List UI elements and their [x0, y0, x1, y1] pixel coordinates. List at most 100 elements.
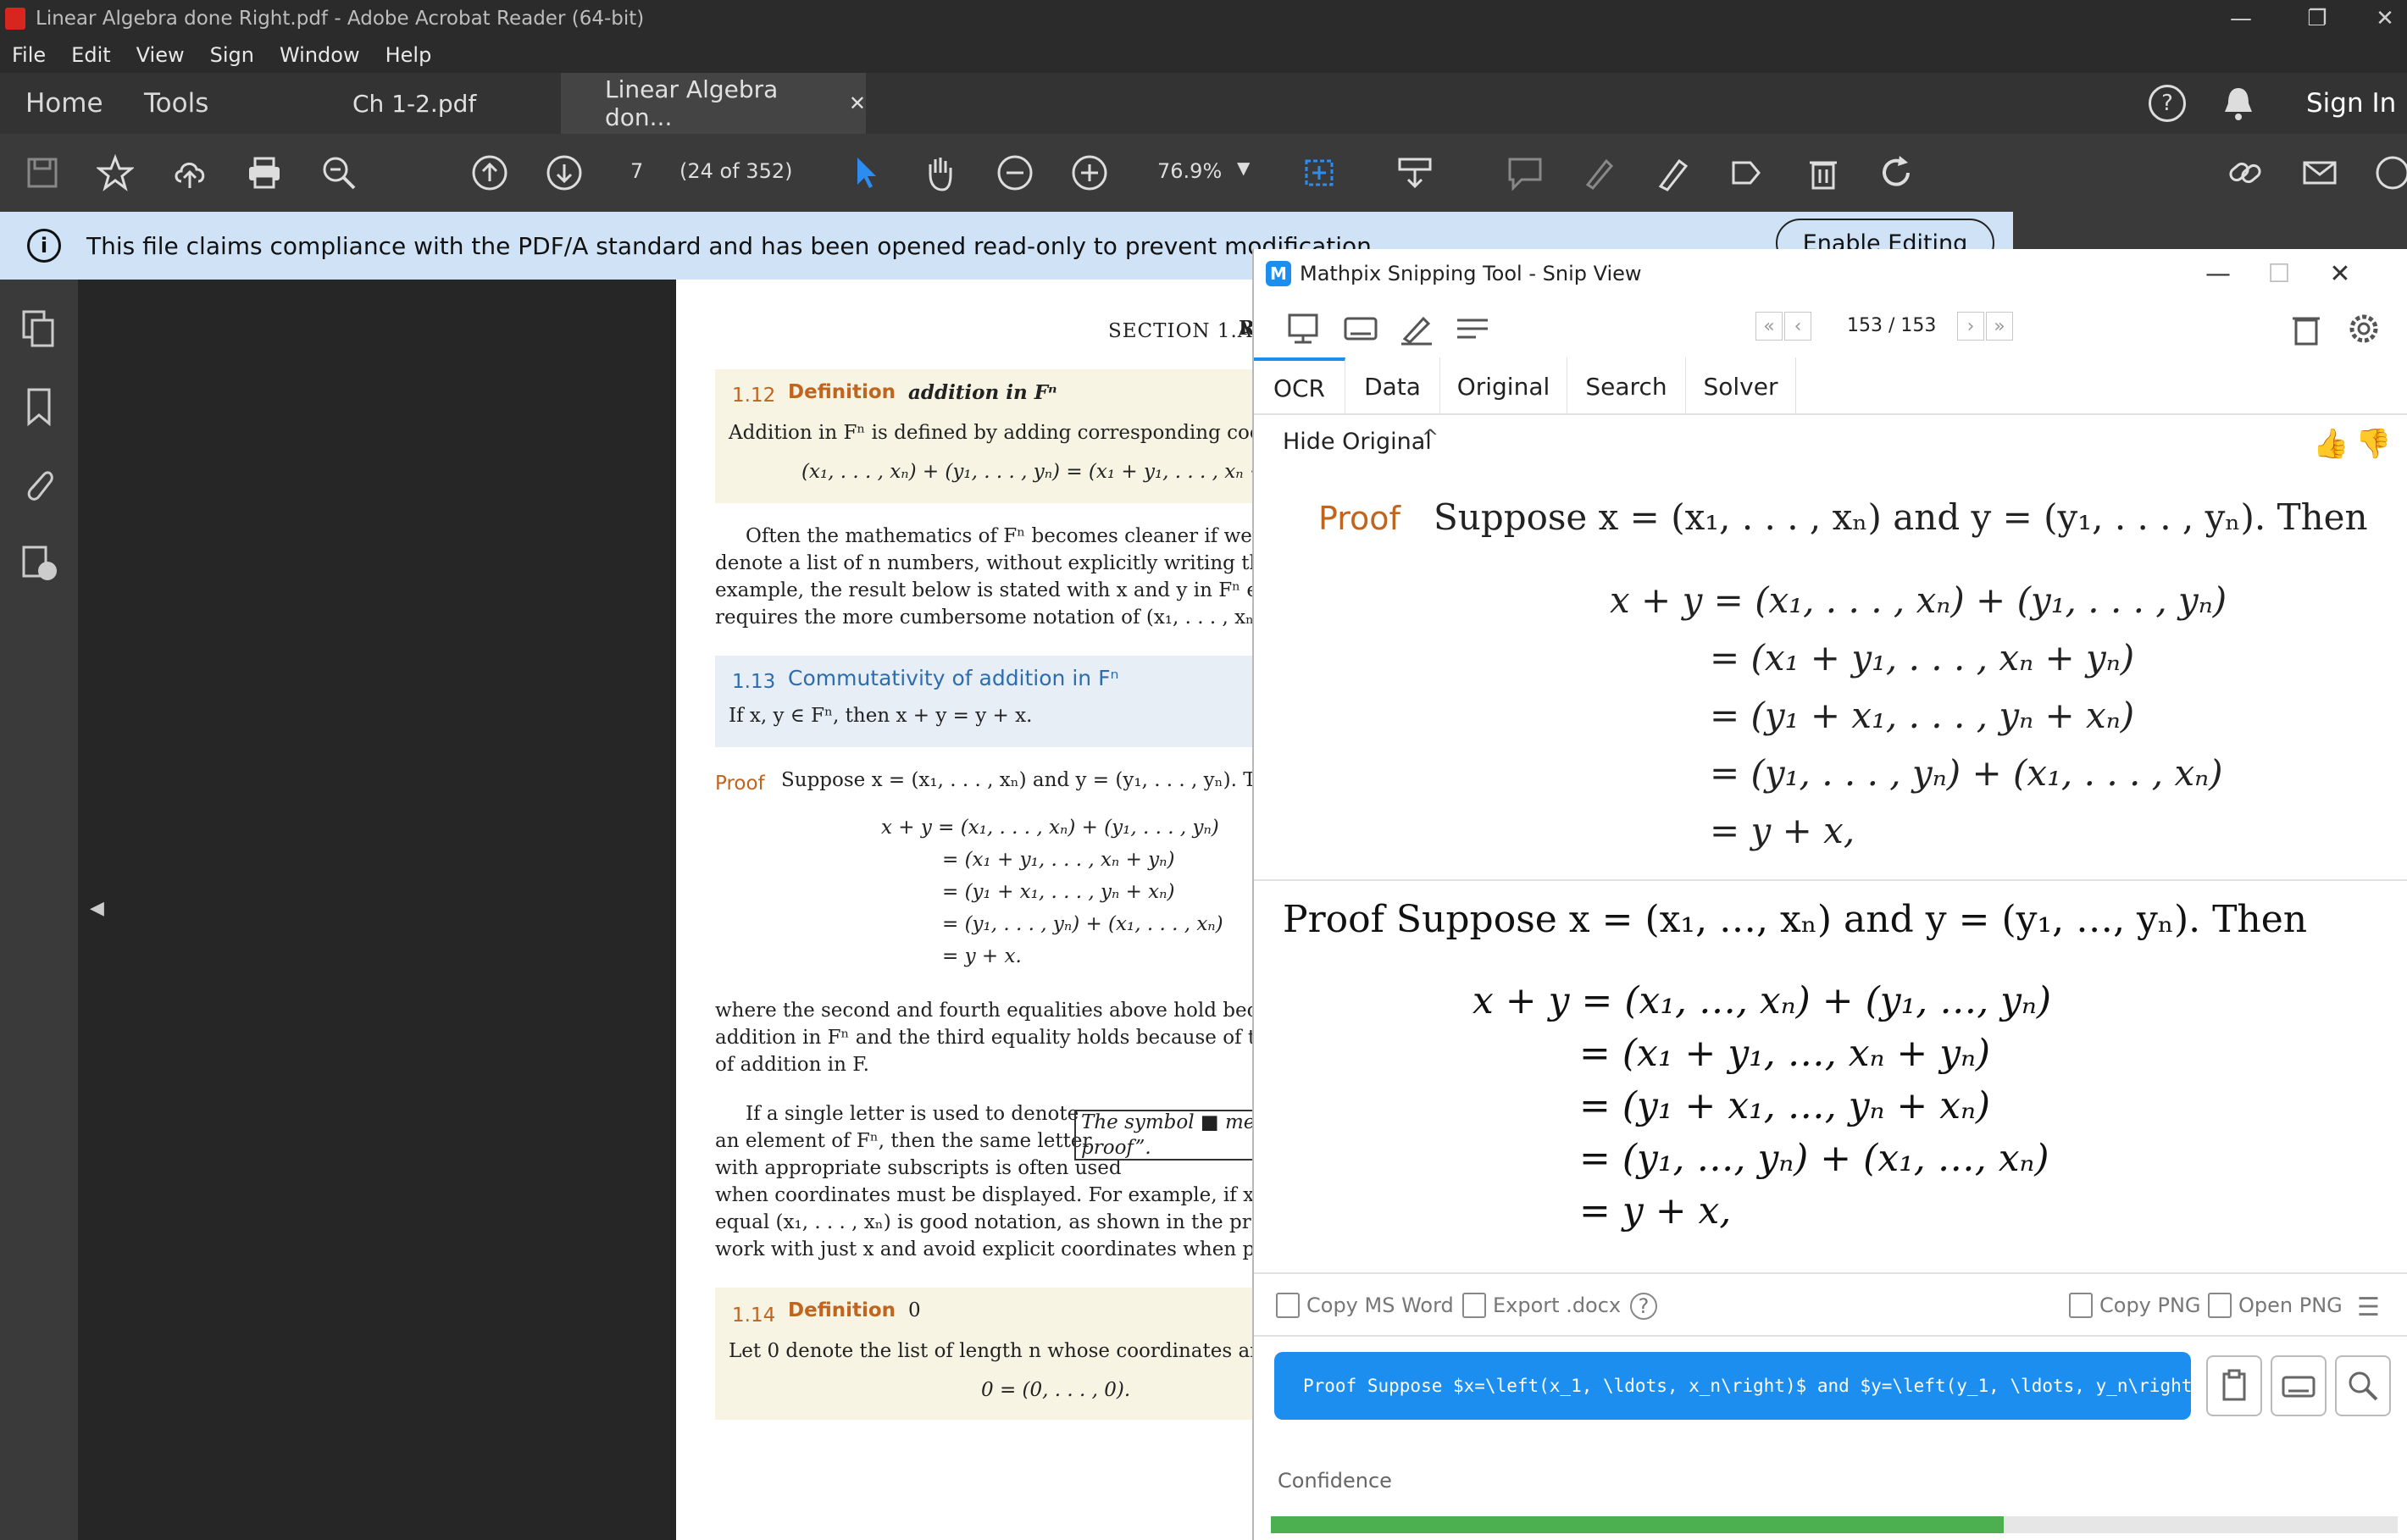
print-icon[interactable] — [244, 152, 285, 193]
def114-title: 0 — [908, 1299, 921, 1321]
minimize-button[interactable]: — — [2203, 0, 2279, 37]
copy-ms-word-button[interactable]: Copy MS Word — [1276, 1293, 1454, 1318]
mathpix-close-button[interactable]: ✕ — [2315, 254, 2365, 293]
delete-icon[interactable] — [2288, 310, 2325, 347]
scroll-mode-icon[interactable] — [1395, 152, 1435, 193]
marquee-zoom-icon[interactable] — [1301, 152, 1342, 193]
search-icon[interactable] — [2335, 1355, 2391, 1416]
zoom-dropdown-icon[interactable]: ▼ — [1237, 158, 1250, 178]
sliders-icon[interactable]: ☰ — [2357, 1293, 2380, 1322]
proof-eq-2: = (x₁ + y₁, . . . , xₙ + yₙ) — [942, 849, 1175, 871]
star-icon[interactable] — [95, 152, 136, 193]
help-circle-icon[interactable]: ? — [1630, 1293, 1657, 1320]
first-page-button[interactable]: « — [1755, 312, 1783, 341]
keyboard-icon[interactable] — [1342, 310, 1379, 347]
pages-thumbnail-icon[interactable] — [19, 308, 59, 349]
page-down-icon[interactable] — [544, 152, 585, 193]
tab-doc-ch12[interactable]: Ch 1-2.pdf — [254, 73, 559, 134]
latex-output-field[interactable]: Proof Suppose $x=\left(x_1, \ldots, x_n\… — [1274, 1352, 2191, 1420]
thumbs-down-icon[interactable]: 👎 — [2355, 427, 2391, 461]
mathpix-titlebar: M Mathpix Snipping Tool - Snip View — ☐ … — [1254, 249, 2407, 298]
mathpix-maximize-button[interactable]: ☐ — [2254, 254, 2304, 293]
tab-search[interactable]: Search — [1567, 357, 1686, 415]
def112-title: addition in Fⁿ — [908, 381, 1057, 404]
mathpix-title: Mathpix Snipping Tool - Snip View — [1300, 262, 1642, 285]
left-navigation-rail — [0, 280, 78, 1540]
section-header: SECTION 1.A — [1108, 320, 1253, 342]
menu-view[interactable]: View — [136, 43, 185, 67]
tab-data[interactable]: Data — [1345, 357, 1440, 415]
last-page-button[interactable]: » — [1986, 312, 2013, 341]
para1-line3: example, the result below is stated with… — [715, 579, 1320, 601]
collapse-panel-arrow-icon[interactable]: ◀ — [90, 898, 104, 919]
bell-icon[interactable] — [2221, 85, 2255, 122]
attachment-icon[interactable] — [19, 464, 59, 505]
document-info-icon[interactable] — [19, 542, 59, 583]
highlight-pen-icon[interactable] — [1579, 152, 1620, 193]
zoom-in-icon[interactable] — [1069, 152, 1110, 193]
page-number-input[interactable]: 7 — [630, 159, 643, 183]
copy-clipboard-button[interactable] — [2206, 1355, 2262, 1416]
edit-tag-icon[interactable] — [1728, 152, 1769, 193]
menu-window[interactable]: Window — [280, 43, 360, 67]
next-page-button[interactable]: › — [1957, 312, 1984, 341]
sign-in-button[interactable]: Sign In — [2306, 88, 2396, 119]
copy-png-button[interactable]: Copy PNG — [2069, 1293, 2201, 1318]
select-cursor-icon[interactable] — [846, 152, 886, 193]
hide-original-toggle[interactable]: Hide Original — [1283, 429, 1432, 455]
tab-close-icon[interactable]: ✕ — [849, 91, 866, 115]
export-docx-button[interactable]: Export .docx — [1462, 1293, 1621, 1318]
tab-original[interactable]: Original — [1440, 357, 1567, 415]
rendered-eq-1: x + y = (x₁, …, xₙ) + (y₁, …, yₙ) — [1472, 979, 2052, 1022]
menu-edit[interactable]: Edit — [71, 43, 110, 67]
thumbs-up-icon[interactable]: 👍 — [2313, 427, 2349, 461]
menu-help[interactable]: Help — [385, 43, 432, 67]
info-icon: i — [27, 229, 61, 263]
def112-body: Addition in Fⁿ is defined by adding corr… — [729, 422, 1314, 444]
menu-file[interactable]: File — [12, 43, 46, 67]
prev-page-button[interactable]: ‹ — [1784, 312, 1811, 341]
zoom-search-icon[interactable] — [319, 152, 359, 193]
open-png-button[interactable]: Open PNG — [2208, 1293, 2343, 1318]
open-png-label: Open PNG — [2238, 1293, 2343, 1317]
text-lines-icon[interactable] — [1454, 310, 1491, 347]
account-icon[interactable] — [2372, 152, 2407, 193]
redo-icon[interactable] — [1877, 152, 1918, 193]
mathpix-logo-icon: M — [1266, 261, 1291, 286]
zoom-level[interactable]: 76.9% — [1157, 159, 1222, 183]
tab-doc-linear-algebra[interactable]: Linear Algebra don... ✕ — [561, 73, 866, 134]
close-button[interactable]: ✕ — [2347, 0, 2407, 37]
export-actions-bar: Copy MS Word Export .docx ? Copy PNG Ope… — [1254, 1276, 2407, 1337]
trash-icon[interactable] — [1803, 152, 1844, 193]
export-arrow-icon — [1462, 1293, 1486, 1318]
sign-pen-icon[interactable] — [1654, 152, 1694, 193]
menu-sign[interactable]: Sign — [210, 43, 254, 67]
email-icon[interactable] — [2299, 152, 2340, 193]
para3-line3: with appropriate subscripts is often use… — [715, 1157, 1122, 1179]
comment-icon[interactable] — [1505, 152, 1545, 193]
restore-button[interactable]: ❐ — [2279, 0, 2355, 37]
rendered-ocr-preview: Proof Suppose x = (x₁, …, xₙ) and y = (y… — [1254, 883, 2407, 1274]
tab-ocr[interactable]: OCR — [1254, 357, 1345, 415]
pdfa-message: This file claims compliance with the PDF… — [86, 231, 1379, 260]
chevron-up-icon[interactable]: ^ — [1422, 425, 1439, 449]
tab-solver[interactable]: Solver — [1686, 357, 1796, 415]
hand-tool-icon[interactable] — [920, 152, 961, 193]
share-link-icon[interactable] — [2225, 152, 2266, 193]
para3-line1: If a single letter is used to denote — [746, 1103, 1079, 1125]
tab-home[interactable]: Home — [25, 88, 103, 119]
page-up-icon[interactable] — [469, 152, 510, 193]
save-icon[interactable] — [22, 152, 63, 193]
settings-gear-icon[interactable] — [2345, 310, 2382, 347]
bookmark-icon[interactable] — [19, 386, 59, 427]
handwriting-icon[interactable] — [1398, 310, 1435, 347]
cloud-upload-icon[interactable] — [169, 152, 210, 193]
tab-tools[interactable]: Tools — [144, 88, 208, 119]
def112-label: Definition — [788, 381, 896, 403]
para2-line3: of addition in F. — [715, 1054, 869, 1076]
zoom-out-icon[interactable] — [995, 152, 1035, 193]
help-icon[interactable]: ? — [2149, 85, 2186, 122]
screen-snip-icon[interactable] — [1284, 310, 1322, 347]
keyboard-input-button[interactable] — [2271, 1355, 2327, 1416]
mathpix-minimize-button[interactable]: — — [2193, 254, 2243, 293]
